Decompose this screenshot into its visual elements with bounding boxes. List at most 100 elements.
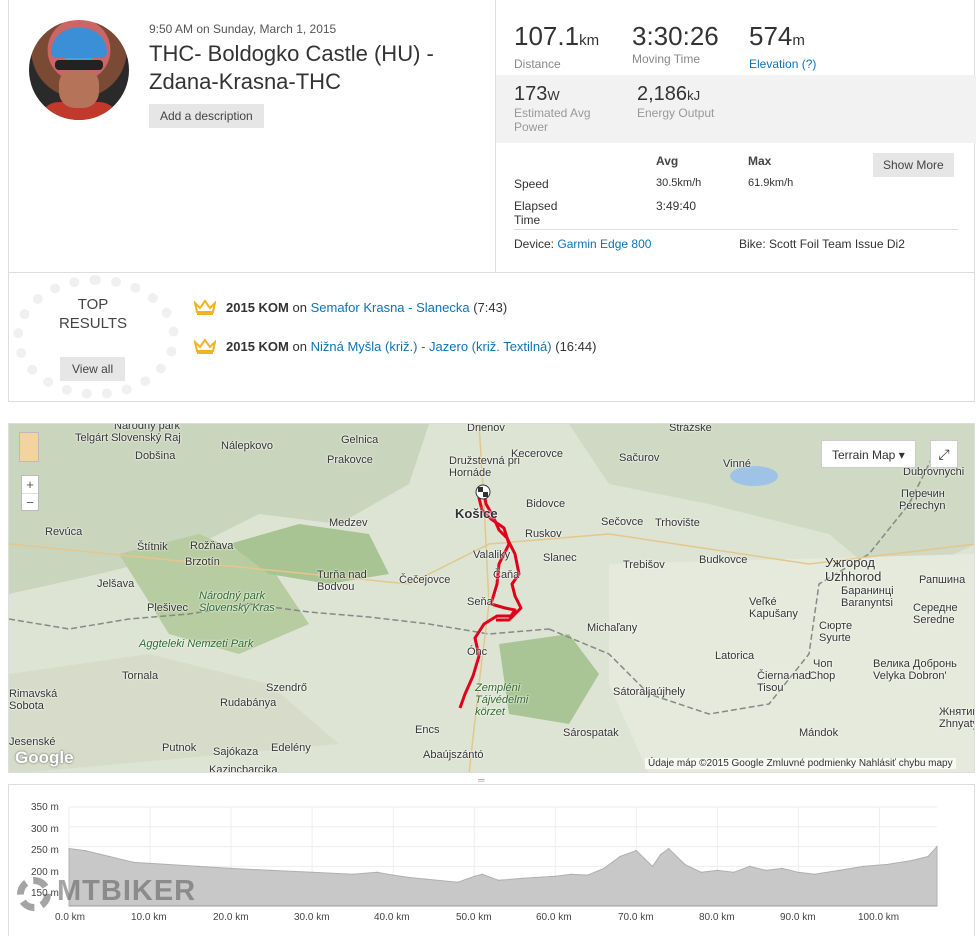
energy-stat: 2,186kJ Energy Output bbox=[637, 83, 714, 120]
map-place: Veľké Kapušany bbox=[749, 596, 798, 620]
zoom-control: + − bbox=[21, 475, 39, 511]
elevation-point bbox=[651, 865, 654, 867]
distance-unit: km bbox=[579, 32, 600, 49]
x-tick: 50.0 km bbox=[456, 912, 492, 923]
map-place: Sačurov bbox=[619, 452, 660, 464]
elevation-point bbox=[68, 847, 70, 850]
map-place: Rudabánya bbox=[220, 697, 277, 709]
kom-badge: 2015 KOM bbox=[226, 300, 289, 315]
mtbiker-watermark: MTBIKER bbox=[57, 875, 197, 907]
elevation-point bbox=[700, 871, 702, 873]
athlete-avatar[interactable] bbox=[29, 20, 129, 120]
segment-time: (16:44) bbox=[555, 339, 597, 354]
zoom-out-button[interactable]: − bbox=[22, 493, 38, 510]
elevation-help-link[interactable]: Elevation (?) bbox=[749, 57, 816, 71]
map-place: Perechyn bbox=[899, 500, 946, 512]
map-place: Brzotín bbox=[185, 556, 220, 568]
map-place: Štítnik bbox=[137, 541, 168, 553]
add-description-button[interactable]: Add a description bbox=[149, 104, 264, 128]
route-map[interactable]: Telgárt Slovenský Raj Národný park Nálep… bbox=[8, 423, 975, 773]
map-place: Ónc bbox=[467, 646, 488, 658]
elevation-point bbox=[457, 881, 459, 883]
elevation-point bbox=[814, 873, 816, 875]
map-place: Seredne bbox=[913, 614, 955, 626]
y-tick: 250 m bbox=[31, 845, 59, 856]
elevation-point bbox=[838, 869, 840, 871]
map-place: Putnok bbox=[162, 742, 197, 754]
show-more-button[interactable]: Show More bbox=[873, 153, 954, 177]
map-place: Turňa nad Bodvou bbox=[317, 569, 367, 593]
view-all-button[interactable]: View all bbox=[60, 357, 126, 381]
map-place: Rožňava bbox=[190, 540, 234, 552]
energy-unit: kJ bbox=[687, 88, 701, 103]
map-place: Nálepkovo bbox=[221, 440, 273, 452]
elevation-point bbox=[481, 873, 483, 875]
speed-max: 61.9km/h bbox=[748, 177, 794, 189]
energy-value: 2,186 bbox=[637, 83, 688, 105]
elevation-point bbox=[352, 873, 354, 875]
elevation-point bbox=[271, 869, 273, 871]
map-type-dropdown[interactable]: Terrain Map ▾ bbox=[821, 440, 916, 468]
map-place: Baranyntsi bbox=[841, 597, 893, 609]
elevation-unit: m bbox=[792, 32, 805, 49]
elevation-point bbox=[133, 861, 135, 864]
map-place: Seňa bbox=[467, 596, 493, 608]
elevation-point bbox=[732, 871, 735, 873]
segment-link[interactable]: Semafor Krasna - Slanecka bbox=[311, 300, 470, 315]
x-tick: 100.0 km bbox=[858, 912, 900, 923]
x-tick: 10.0 km bbox=[131, 912, 167, 923]
street-view-pegman-icon[interactable] bbox=[19, 432, 39, 462]
top-results-line2: RESULTS bbox=[58, 315, 128, 332]
elevation-point bbox=[473, 875, 475, 877]
elevation-point bbox=[643, 857, 646, 860]
map-attribution[interactable]: Údaje máp ©2015 Google Zmluvné podmienky… bbox=[645, 758, 956, 769]
elevation-point bbox=[668, 847, 670, 850]
map-place: Čečejovce bbox=[399, 574, 451, 586]
map-place: Dobšina bbox=[135, 450, 176, 462]
bike-name: Scott Foil Team Issue Di2 bbox=[769, 237, 905, 251]
map-place: Баранинці bbox=[841, 585, 894, 597]
crown-icon bbox=[194, 338, 216, 354]
crown-icon bbox=[194, 299, 216, 315]
google-logo: Google bbox=[15, 748, 74, 767]
map-place: Sárospatak bbox=[563, 727, 619, 739]
avg-header: Avg bbox=[656, 154, 679, 168]
elevation-point bbox=[554, 875, 556, 877]
avatar-glasses bbox=[55, 60, 103, 70]
map-place: Abaújszántó bbox=[423, 749, 484, 761]
mtbiker-gear-icon bbox=[17, 877, 51, 911]
elevation-point bbox=[862, 865, 864, 867]
elevation-point bbox=[84, 849, 86, 852]
activity-title: THC- Boldogko Castle (HU) - Zdana-Krasna… bbox=[149, 41, 434, 94]
zoom-in-button[interactable]: + bbox=[22, 476, 38, 493]
bike-info: Bike: Scott Foil Team Issue Di2 bbox=[739, 237, 905, 251]
map-place: Telgárt Slovenský Raj bbox=[75, 432, 181, 444]
map-place: Жнятин bbox=[939, 706, 975, 718]
x-tick: 70.0 km bbox=[618, 912, 654, 923]
map-place: Чоп bbox=[813, 658, 833, 670]
map-place: Rimavská bbox=[9, 688, 58, 700]
power-stat: 173W Estimated Avg Power bbox=[514, 83, 604, 134]
map-place: Sečovce bbox=[601, 516, 644, 528]
top-results: TOP RESULTS View all 2015 KOM on Semafor… bbox=[9, 272, 975, 401]
map-place: Encs bbox=[415, 724, 440, 736]
distance-value: 107.1 bbox=[514, 21, 580, 51]
map-place: Trhovište bbox=[655, 517, 700, 529]
top-results-title: TOP RESULTS bbox=[57, 295, 129, 333]
elevation-point bbox=[684, 863, 686, 866]
power-unit: W bbox=[547, 88, 560, 103]
map-place: Čaňa bbox=[493, 569, 520, 581]
elevation-point bbox=[522, 877, 524, 879]
elevation-point bbox=[425, 878, 427, 880]
y-tick: 350 m bbox=[31, 802, 59, 813]
map-type-label: Terrain Map bbox=[832, 448, 896, 462]
device-link[interactable]: Garmin Edge 800 bbox=[557, 237, 651, 251]
speed-avg: 30.5km/h bbox=[656, 177, 702, 189]
moving-time-value: 3:30:26 bbox=[632, 21, 719, 51]
map-place: Ужгород bbox=[825, 555, 875, 570]
segment-link[interactable]: Nižná Myšla (križ.) - Jazero (križ. Text… bbox=[311, 339, 552, 354]
map-place: Slanec bbox=[543, 552, 577, 564]
elevation-point bbox=[376, 871, 378, 873]
fullscreen-icon[interactable]: ⤢ bbox=[930, 440, 958, 468]
map-place: Edelény bbox=[271, 742, 311, 754]
